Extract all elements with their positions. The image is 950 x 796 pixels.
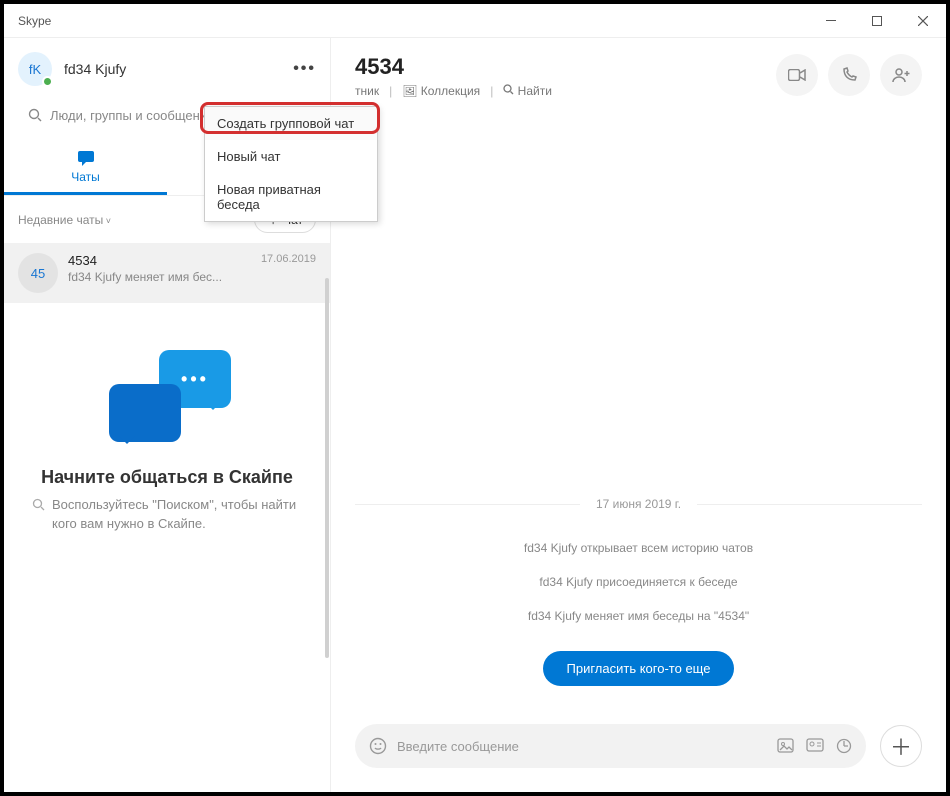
- menu-private-chat[interactable]: Новая приватная беседа: [205, 173, 377, 221]
- chat-name: 4534: [68, 253, 97, 268]
- search-icon: [32, 498, 46, 534]
- close-button[interactable]: [900, 4, 946, 38]
- chat-bubbles-illustration: •••: [32, 333, 302, 453]
- find-link[interactable]: Найти: [503, 84, 552, 98]
- invite-button[interactable]: Пригласить кого-то еще: [543, 651, 735, 686]
- chat-date: 17.06.2019: [261, 253, 316, 268]
- add-people-button[interactable]: [880, 54, 922, 96]
- audio-call-button[interactable]: [828, 54, 870, 96]
- profile-name[interactable]: fd34 Kjufy: [64, 61, 293, 77]
- chat-preview: fd34 Kjufy меняет имя бес...: [68, 270, 316, 284]
- add-button[interactable]: ＋: [880, 725, 922, 767]
- presence-dot: [42, 76, 53, 87]
- more-icon[interactable]: •••: [293, 60, 316, 78]
- conversation-pane: 4534 тник| 🖼 Коллекция| Найти 17 июня 20…: [331, 38, 946, 792]
- conversation-meta: тник| 🖼 Коллекция| Найти: [355, 84, 552, 98]
- chat-avatar: 45: [18, 253, 58, 293]
- window-title: Skype: [18, 14, 51, 28]
- message-input[interactable]: Введите сообщение: [355, 724, 866, 768]
- chat-icon: [76, 148, 96, 168]
- minimize-button[interactable]: [808, 4, 854, 38]
- maximize-button[interactable]: [854, 4, 900, 38]
- avatar[interactable]: fK: [18, 52, 52, 86]
- emoji-icon[interactable]: [369, 737, 387, 755]
- system-message: fd34 Kjufy меняет имя беседы на "4534": [355, 609, 922, 623]
- recent-chats-label[interactable]: Недавние чаты: [18, 213, 111, 227]
- tab-chats[interactable]: Чаты: [4, 142, 167, 195]
- window-controls: [808, 4, 946, 38]
- date-separator: 17 июня 2019 г.: [355, 497, 922, 511]
- menu-new-chat[interactable]: Новый чат: [205, 140, 377, 173]
- schedule-icon[interactable]: [836, 738, 852, 754]
- file-icon[interactable]: [777, 738, 794, 754]
- search-icon: [28, 108, 42, 122]
- context-menu: Создать групповой чат Новый чат Новая пр…: [204, 106, 378, 222]
- collection-link[interactable]: 🖼 Коллекция: [402, 84, 480, 98]
- system-message: fd34 Kjufy присоединяется к беседе: [355, 575, 922, 589]
- empty-title: Начните общаться в Скайпе: [32, 467, 302, 488]
- empty-state: ••• Начните общаться в Скайпе Воспользуй…: [4, 303, 330, 564]
- menu-group-chat[interactable]: Создать групповой чат: [205, 107, 377, 140]
- video-call-button[interactable]: [776, 54, 818, 96]
- conversation-title[interactable]: 4534: [355, 54, 552, 80]
- system-message: fd34 Kjufy открывает всем историю чатов: [355, 541, 922, 555]
- titlebar: Skype: [4, 4, 946, 38]
- chat-item[interactable]: 45 4534 17.06.2019 fd34 Kjufy меняет имя …: [4, 243, 330, 303]
- scrollbar[interactable]: [325, 278, 329, 658]
- contact-card-icon[interactable]: [806, 738, 824, 754]
